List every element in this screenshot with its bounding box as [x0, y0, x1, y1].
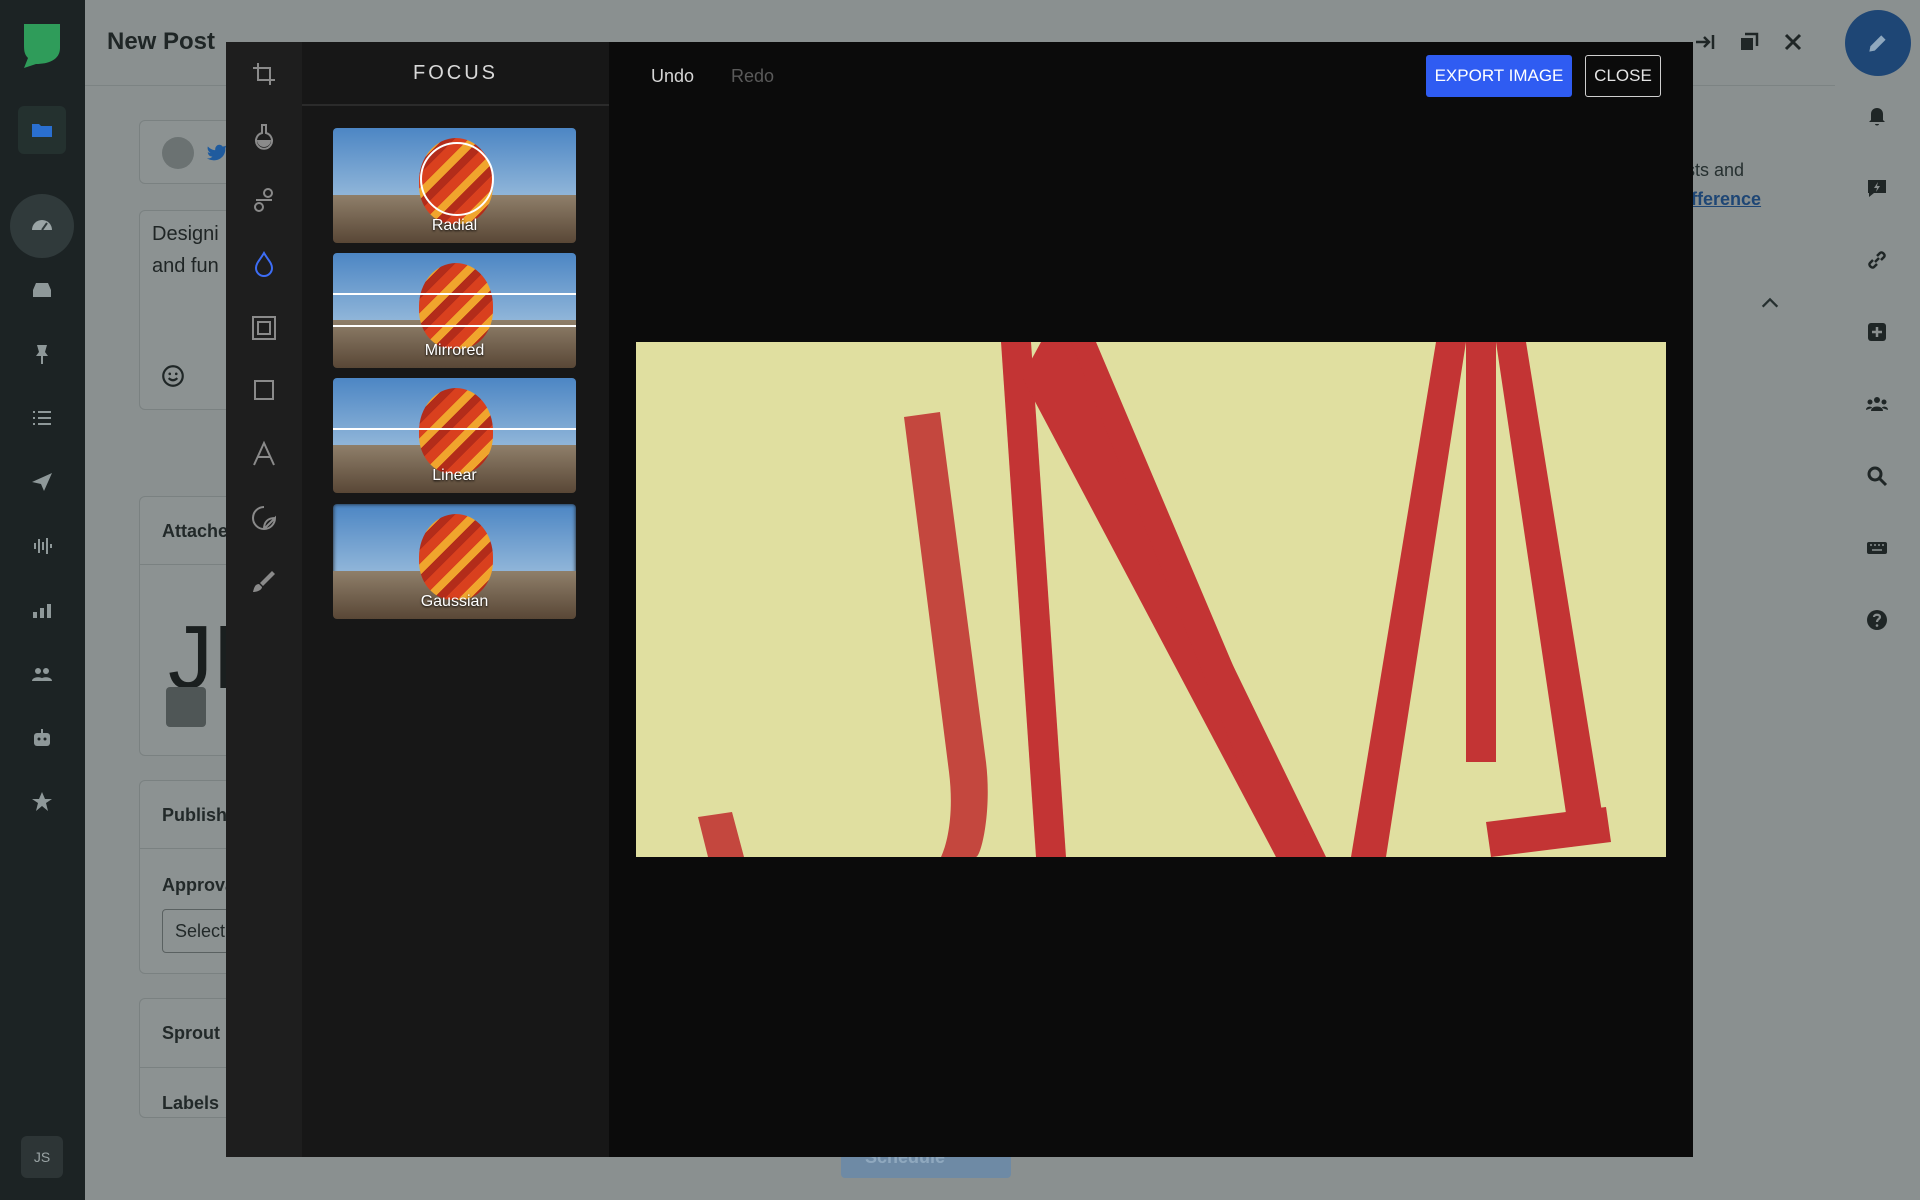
pin-icon[interactable] [18, 330, 66, 378]
emoji-icon[interactable] [160, 363, 186, 389]
chevron-up-icon[interactable] [1759, 292, 1781, 314]
approval-label: Approva [162, 875, 236, 895]
team-icon[interactable] [1863, 390, 1891, 418]
attached-heading: Attache [162, 521, 229, 541]
avatar [162, 137, 194, 169]
export-image-button[interactable]: EXPORT IMAGE [1426, 55, 1572, 97]
close-editor-button[interactable]: CLOSE [1585, 55, 1661, 97]
focus-option-label: Radial [431, 217, 478, 234]
reports-icon[interactable] [18, 586, 66, 634]
right-rail [1835, 0, 1920, 1200]
help-icon[interactable] [1863, 606, 1891, 634]
sprout-logo-icon[interactable] [20, 20, 64, 68]
editor-toolstrip [226, 42, 302, 1157]
keyboard-icon[interactable] [1863, 534, 1891, 562]
redo-button[interactable]: Redo [731, 66, 774, 87]
inbox-icon[interactable] [18, 266, 66, 314]
link-icon[interactable] [1863, 246, 1891, 274]
list-icon[interactable] [18, 394, 66, 442]
focus-option-gaussian[interactable]: Gaussian [333, 504, 576, 619]
close-icon[interactable] [1781, 30, 1805, 54]
focus-option-label: Gaussian [420, 593, 489, 610]
publishing-heading: Publishi [162, 805, 233, 825]
focus-option-label: Linear [432, 467, 477, 484]
frame-icon[interactable] [246, 310, 282, 346]
search-icon[interactable] [1863, 462, 1891, 490]
editor-canvas-image[interactable] [636, 342, 1666, 857]
collapse-icon[interactable] [1693, 30, 1717, 54]
labels-heading: Labels [162, 1093, 220, 1113]
compose-icon[interactable] [1845, 10, 1911, 76]
crop-icon[interactable] [246, 56, 282, 92]
twitter-icon [206, 144, 227, 161]
sticker-icon[interactable] [246, 500, 282, 536]
text-icon[interactable] [246, 436, 282, 472]
focus-option-label: Mirrored [424, 342, 485, 359]
focus-option-linear[interactable]: Linear [333, 378, 576, 493]
jm-logo-image [698, 342, 1611, 857]
brush-icon[interactable] [246, 564, 282, 600]
post-text-line-1: Designi [152, 223, 219, 245]
bot-icon[interactable] [18, 714, 66, 762]
radial-ring [420, 142, 494, 216]
people-icon[interactable] [18, 650, 66, 698]
plus-icon[interactable] [1863, 318, 1891, 346]
dashboard-icon[interactable] [10, 194, 74, 258]
info-link[interactable]: ifference [1686, 189, 1761, 210]
focus-option-mirrored[interactable]: Mirrored [333, 253, 576, 368]
filter-icon[interactable] [246, 118, 282, 154]
bell-icon[interactable] [1863, 102, 1891, 130]
gallery-icon[interactable] [166, 687, 206, 727]
user-avatar[interactable]: JS [21, 1136, 63, 1178]
info-text: sts and [1686, 160, 1745, 180]
popout-icon[interactable] [1737, 30, 1761, 54]
adjust-icon[interactable] [246, 182, 282, 218]
shape-icon[interactable] [246, 372, 282, 408]
focus-icon[interactable] [246, 246, 282, 282]
listening-icon[interactable] [18, 522, 66, 570]
undo-button[interactable]: Undo [651, 66, 694, 87]
folder-icon[interactable] [18, 106, 66, 154]
post-text-line-2: and fun [152, 255, 219, 277]
focus-panel: FOCUS Radial Mirrored Linear Gaussian [302, 42, 609, 1157]
star-icon[interactable] [18, 778, 66, 826]
send-icon[interactable] [18, 458, 66, 506]
activity-icon[interactable] [1863, 174, 1891, 202]
focus-option-radial[interactable]: Radial [333, 128, 576, 243]
left-nav: JS [0, 0, 85, 1200]
sprout-heading: Sprout [162, 1023, 220, 1043]
page-title: New Post [107, 28, 216, 55]
panel-title: FOCUS [302, 42, 609, 106]
